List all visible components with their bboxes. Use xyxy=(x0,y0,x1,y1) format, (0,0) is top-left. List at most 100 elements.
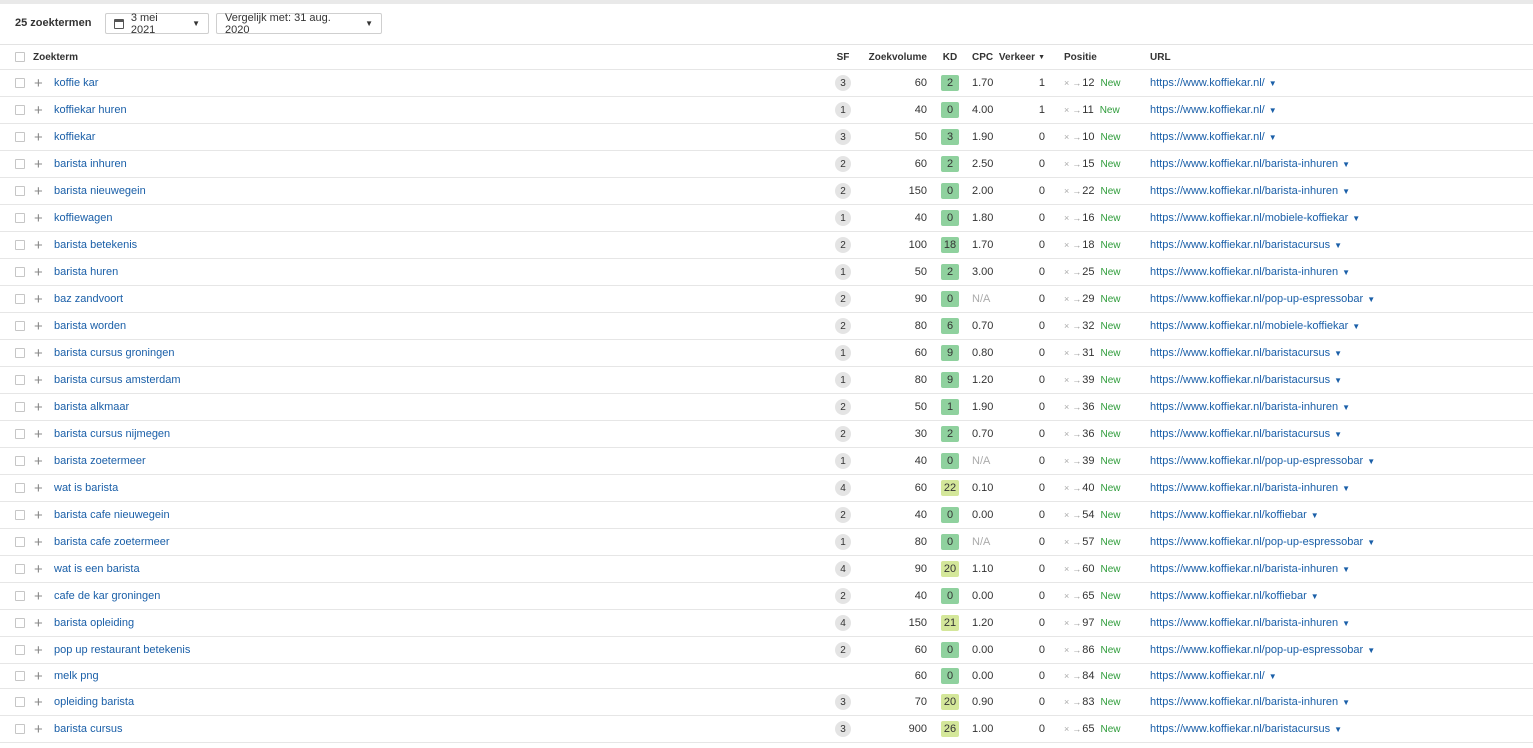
url-link[interactable]: https://www.koffiekar.nl/baristacursus xyxy=(1150,239,1330,251)
caret-down-icon[interactable]: ▼ xyxy=(1334,430,1342,439)
sf-badge[interactable]: 1 xyxy=(835,264,851,280)
row-checkbox[interactable] xyxy=(15,132,25,142)
row-checkbox[interactable] xyxy=(15,321,25,331)
url-link[interactable]: https://www.koffiekar.nl/barista-inhuren xyxy=(1150,617,1338,629)
sf-badge[interactable]: 2 xyxy=(835,156,851,172)
url-link[interactable]: https://www.koffiekar.nl/baristacursus xyxy=(1150,428,1330,440)
row-checkbox[interactable] xyxy=(15,402,25,412)
caret-down-icon[interactable]: ▼ xyxy=(1367,295,1375,304)
row-checkbox[interactable] xyxy=(15,213,25,223)
keyword-link[interactable]: barista cursus nijmegen xyxy=(54,428,170,440)
sf-badge[interactable]: 2 xyxy=(835,426,851,442)
row-checkbox[interactable] xyxy=(15,240,25,250)
caret-down-icon[interactable]: ▼ xyxy=(1342,698,1350,707)
keyword-link[interactable]: barista opleiding xyxy=(54,617,134,629)
url-link[interactable]: https://www.koffiekar.nl/pop-up-espresso… xyxy=(1150,644,1363,656)
sf-badge[interactable]: 3 xyxy=(835,694,851,710)
sf-badge[interactable]: 1 xyxy=(835,534,851,550)
keyword-link[interactable]: barista cafe zoetermeer xyxy=(54,536,170,548)
date-picker-button[interactable]: 3 mei 2021 ▼ xyxy=(105,12,209,36)
row-checkbox[interactable] xyxy=(15,591,25,601)
url-link[interactable]: https://www.koffiekar.nl/barista-inhuren xyxy=(1150,158,1338,170)
sf-badge[interactable]: 2 xyxy=(835,183,851,199)
sf-badge[interactable]: 4 xyxy=(835,480,851,496)
sf-badge[interactable]: 1 xyxy=(835,102,851,118)
url-link[interactable]: https://www.koffiekar.nl/barista-inhuren xyxy=(1150,185,1338,197)
caret-down-icon[interactable]: ▼ xyxy=(1334,241,1342,250)
row-checkbox[interactable] xyxy=(15,105,25,115)
row-checkbox[interactable] xyxy=(15,645,25,655)
url-link[interactable]: https://www.koffiekar.nl/barista-inhuren xyxy=(1150,696,1338,708)
keyword-link[interactable]: barista worden xyxy=(54,320,126,332)
keyword-link[interactable]: koffie kar xyxy=(54,77,98,89)
row-checkbox[interactable] xyxy=(15,348,25,358)
add-to-list-icon[interactable]: + xyxy=(34,97,46,123)
sf-badge[interactable]: 3 xyxy=(835,721,851,737)
row-checkbox[interactable] xyxy=(15,724,25,734)
sf-badge[interactable]: 3 xyxy=(835,129,851,145)
add-to-list-icon[interactable]: + xyxy=(34,664,46,688)
caret-down-icon[interactable]: ▼ xyxy=(1269,79,1277,88)
row-checkbox[interactable] xyxy=(15,618,25,628)
row-checkbox[interactable] xyxy=(15,78,25,88)
row-checkbox[interactable] xyxy=(15,483,25,493)
url-link[interactable]: https://www.koffiekar.nl/pop-up-espresso… xyxy=(1150,293,1363,305)
url-link[interactable]: https://www.koffiekar.nl/ xyxy=(1150,77,1265,89)
keyword-link[interactable]: barista inhuren xyxy=(54,158,127,170)
caret-down-icon[interactable]: ▼ xyxy=(1334,725,1342,734)
keyword-link[interactable]: cafe de kar groningen xyxy=(54,590,160,602)
caret-down-icon[interactable]: ▼ xyxy=(1352,322,1360,331)
row-checkbox[interactable] xyxy=(15,697,25,707)
add-to-list-icon[interactable]: + xyxy=(34,637,46,663)
header-traffic-cell[interactable]: Verkeer ▼ xyxy=(999,45,1045,69)
keyword-link[interactable]: koffiekar xyxy=(54,131,95,143)
row-checkbox[interactable] xyxy=(15,159,25,169)
add-to-list-icon[interactable]: + xyxy=(34,178,46,204)
sf-badge[interactable]: 3 xyxy=(835,75,851,91)
keyword-link[interactable]: barista betekenis xyxy=(54,239,137,251)
url-link[interactable]: https://www.koffiekar.nl/koffiebar xyxy=(1150,509,1307,521)
row-checkbox[interactable] xyxy=(15,294,25,304)
add-to-list-icon[interactable]: + xyxy=(34,205,46,231)
keyword-link[interactable]: barista nieuwegein xyxy=(54,185,146,197)
add-to-list-icon[interactable]: + xyxy=(34,448,46,474)
row-checkbox[interactable] xyxy=(15,186,25,196)
add-to-list-icon[interactable]: + xyxy=(34,475,46,501)
keyword-link[interactable]: wat is barista xyxy=(54,482,118,494)
keyword-link[interactable]: barista zoetermeer xyxy=(54,455,146,467)
caret-down-icon[interactable]: ▼ xyxy=(1269,133,1277,142)
caret-down-icon[interactable]: ▼ xyxy=(1311,511,1319,520)
url-link[interactable]: https://www.koffiekar.nl/mobiele-koffiek… xyxy=(1150,212,1348,224)
add-to-list-icon[interactable]: + xyxy=(34,313,46,339)
add-to-list-icon[interactable]: + xyxy=(34,367,46,393)
header-url[interactable]: URL xyxy=(1150,45,1530,69)
sf-badge[interactable]: 2 xyxy=(835,399,851,415)
sf-badge[interactable]: 2 xyxy=(835,237,851,253)
add-to-list-icon[interactable]: + xyxy=(34,556,46,582)
url-link[interactable]: https://www.koffiekar.nl/pop-up-espresso… xyxy=(1150,536,1363,548)
url-link[interactable]: https://www.koffiekar.nl/barista-inhuren xyxy=(1150,482,1338,494)
url-link[interactable]: https://www.koffiekar.nl/baristacursus xyxy=(1150,347,1330,359)
sf-badge[interactable]: 1 xyxy=(835,453,851,469)
keyword-link[interactable]: pop up restaurant betekenis xyxy=(54,644,190,656)
row-checkbox[interactable] xyxy=(15,564,25,574)
keyword-link[interactable]: barista alkmaar xyxy=(54,401,129,413)
compare-date-button[interactable]: Vergelijk met: 31 aug. 2020 ▼ xyxy=(216,12,382,36)
keyword-link[interactable]: koffiekar huren xyxy=(54,104,127,116)
row-checkbox[interactable] xyxy=(15,671,25,681)
caret-down-icon[interactable]: ▼ xyxy=(1269,106,1277,115)
keyword-link[interactable]: barista cursus groningen xyxy=(54,347,174,359)
caret-down-icon[interactable]: ▼ xyxy=(1342,403,1350,412)
caret-down-icon[interactable]: ▼ xyxy=(1269,672,1277,681)
add-to-list-icon[interactable]: + xyxy=(34,151,46,177)
add-to-list-icon[interactable]: + xyxy=(34,529,46,555)
sf-badge[interactable]: 1 xyxy=(835,210,851,226)
caret-down-icon[interactable]: ▼ xyxy=(1367,646,1375,655)
sf-badge[interactable]: 4 xyxy=(835,561,851,577)
header-volume[interactable]: Zoekvolume xyxy=(860,45,927,69)
caret-down-icon[interactable]: ▼ xyxy=(1342,187,1350,196)
keyword-link[interactable]: baz zandvoort xyxy=(54,293,123,305)
sf-badge[interactable]: 2 xyxy=(835,588,851,604)
sf-badge[interactable]: 4 xyxy=(835,615,851,631)
add-to-list-icon[interactable]: + xyxy=(34,124,46,150)
